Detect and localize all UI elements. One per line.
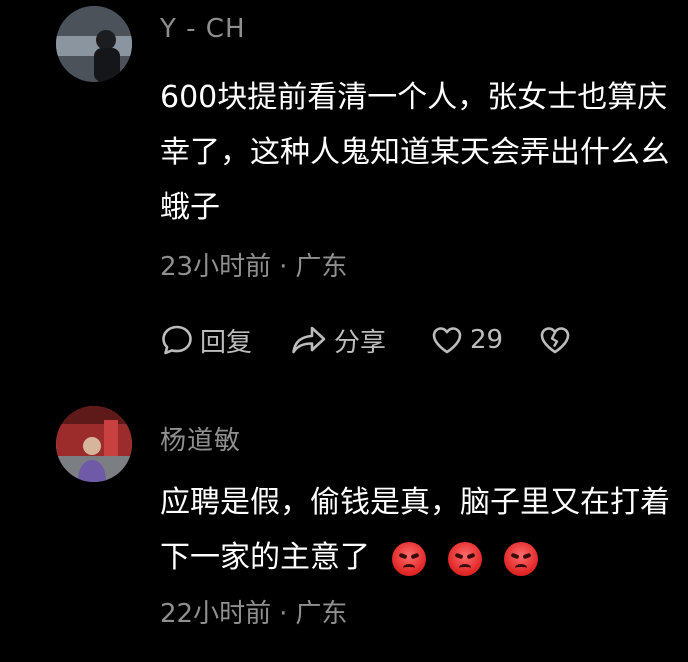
location: 广东 (295, 599, 348, 629)
angry-face-icon (504, 541, 538, 576)
angry-face-icon (448, 541, 482, 576)
comment-item: 杨道敏 应聘是假，偷钱是真，脑子里又在打着下一家的主意了 22小时前 · 广东 (0, 400, 688, 662)
username[interactable]: Y - CH (160, 14, 246, 44)
timestamp: 22小时前 (160, 599, 272, 629)
like-button[interactable]: 29 (430, 320, 503, 360)
comment-meta: 23小时前 · 广东 (160, 246, 347, 283)
avatar[interactable] (56, 6, 132, 82)
share-arrow-icon (290, 323, 328, 357)
dislike-button[interactable] (538, 320, 572, 360)
comment-item: Y - CH 600块提前看清一个人，张女士也算庆幸了，这种人鬼知道某天会弄出什… (0, 0, 688, 400)
broken-heart-icon (538, 323, 572, 357)
comment-meta: 22小时前 · 广东 (160, 593, 347, 630)
share-button[interactable]: 分享 (290, 320, 386, 360)
separator: · (279, 252, 288, 282)
comment-bubble-icon (160, 323, 194, 357)
comment-text: 600块提前看清一个人，张女士也算庆幸了，这种人鬼知道某天会弄出什么幺蛾子 (160, 80, 670, 225)
username[interactable]: 杨道敏 (160, 420, 241, 457)
reply-button[interactable]: 回复 (160, 320, 252, 360)
angry-face-icon (392, 541, 426, 576)
reply-label: 回复 (200, 327, 253, 358)
separator: · (279, 599, 288, 629)
location: 广东 (295, 252, 348, 282)
heart-icon (430, 323, 464, 357)
timestamp: 23小时前 (160, 252, 272, 282)
share-label: 分享 (334, 327, 387, 358)
like-count: 29 (470, 325, 504, 355)
comment-actions: 回复 分享 29 (160, 320, 680, 360)
avatar[interactable] (56, 406, 132, 482)
comment-text: 应聘是假，偷钱是真，脑子里又在打着下一家的主意了 (160, 475, 670, 585)
